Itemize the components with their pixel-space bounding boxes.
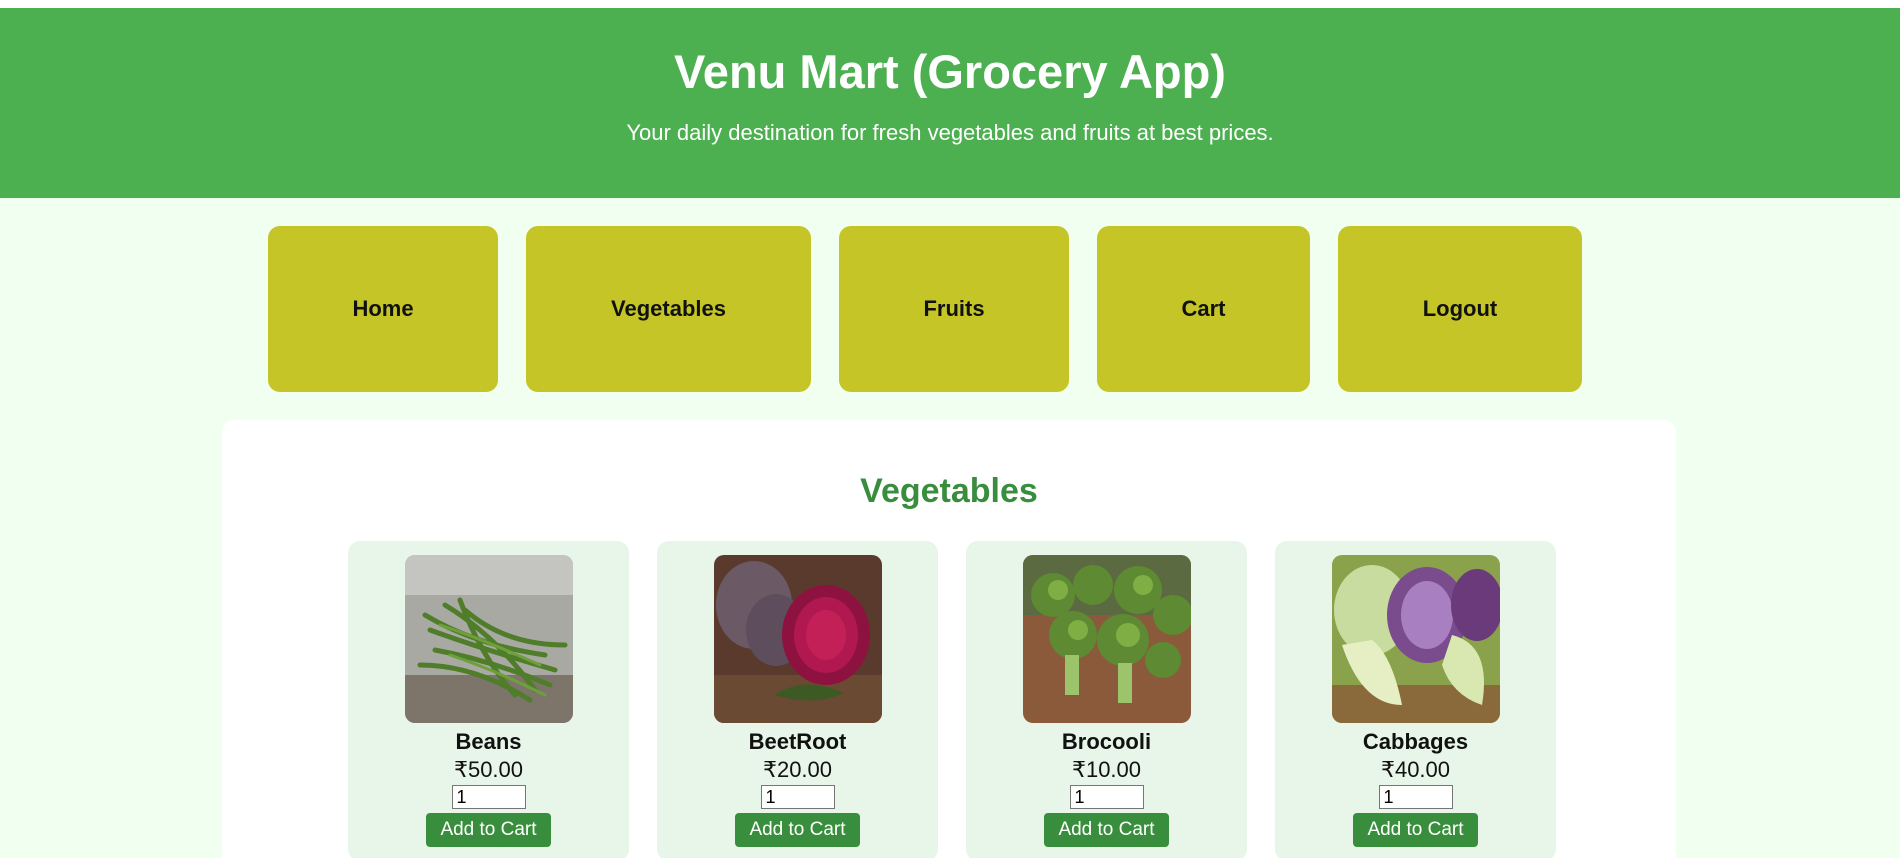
add-to-cart-button[interactable]: Add to Cart	[1353, 813, 1478, 847]
beans-image	[404, 555, 573, 723]
add-to-cart-button[interactable]: Add to Cart	[426, 813, 551, 847]
beetroot-image	[713, 555, 882, 723]
product-grid: Beans ₹50.00 Add to Cart BeetRoot	[348, 541, 1676, 858]
product-price: ₹10.00	[1071, 757, 1142, 782]
nav-cart-button[interactable]: Cart	[1097, 226, 1310, 392]
product-price: ₹20.00	[762, 757, 833, 782]
broccoli-image	[1022, 555, 1191, 723]
add-to-cart-button[interactable]: Add to Cart	[735, 813, 860, 847]
add-to-cart-button[interactable]: Add to Cart	[1044, 813, 1169, 847]
top-strip	[0, 0, 1900, 8]
cabbage-image	[1331, 555, 1500, 723]
site-tagline: Your daily destination for fresh vegetab…	[626, 120, 1274, 146]
product-name: Cabbages	[1362, 729, 1469, 754]
nav-logout-button[interactable]: Logout	[1338, 226, 1582, 392]
product-name: BeetRoot	[748, 729, 847, 754]
site-header: Venu Mart (Grocery App) Your daily desti…	[0, 8, 1900, 198]
product-card: Brocooli ₹10.00 Add to Cart	[966, 541, 1247, 858]
nav-fruits-button[interactable]: Fruits	[839, 226, 1069, 392]
products-panel: Vegetables Beans ₹50.00 1 Add to Cart Be…	[222, 420, 1676, 858]
product-price: ₹40.00	[1380, 757, 1451, 782]
nav-vegetables-button[interactable]: Vegetables	[526, 226, 811, 392]
product-card: Beans ₹50.00 Add to Cart	[348, 541, 629, 858]
quantity-input[interactable]	[451, 785, 526, 809]
product-name: Brocooli	[1061, 729, 1152, 754]
site-title: Venu Mart (Grocery App)	[674, 45, 1226, 98]
quantity-input[interactable]	[1378, 785, 1453, 809]
product-price: ₹50.00	[453, 757, 524, 782]
main-nav: Home Vegetables Fruits Cart Logout	[0, 226, 1900, 392]
quantity-input[interactable]	[1069, 785, 1144, 809]
quantity-input[interactable]	[760, 785, 835, 809]
product-card: BeetRoot ₹20.00 Add to Cart	[657, 541, 938, 858]
product-card: Cabbages ₹40.00 Add to Cart	[1275, 541, 1556, 858]
product-name: Beans	[455, 729, 522, 754]
nav-home-button[interactable]: Home	[268, 226, 498, 392]
section-title: Vegetables	[860, 472, 1038, 510]
